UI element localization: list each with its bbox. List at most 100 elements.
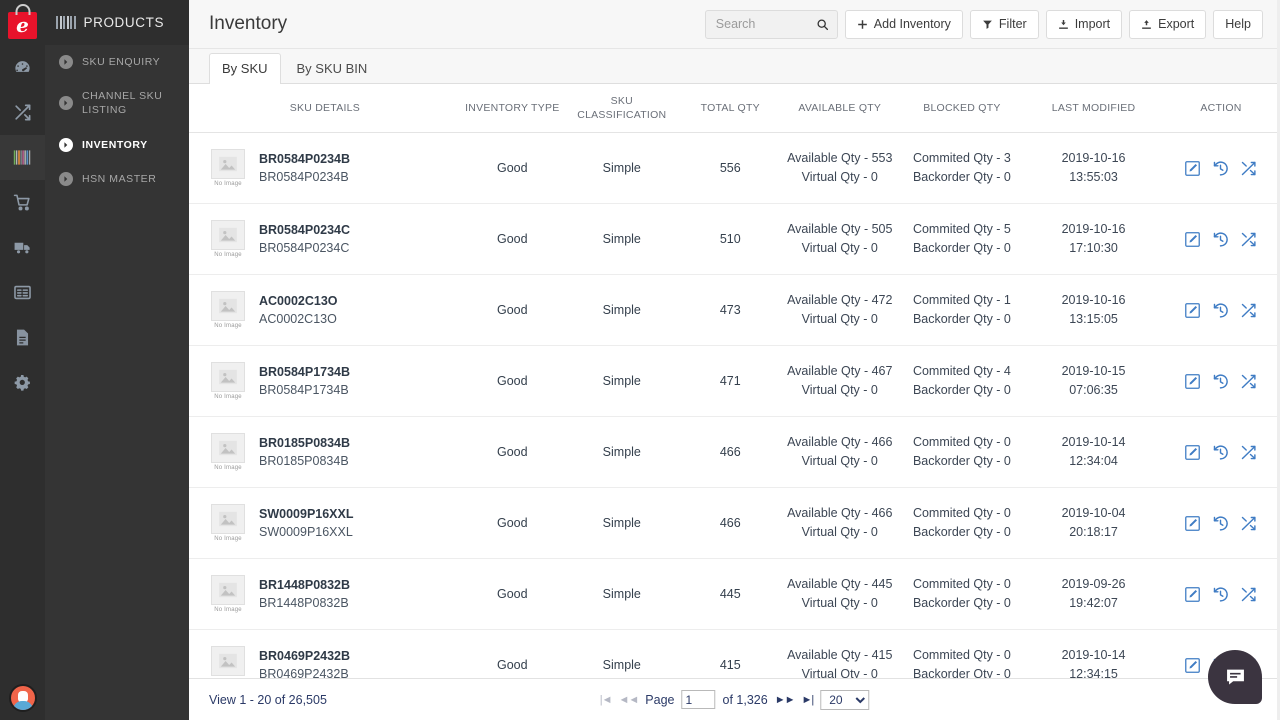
barcode-icon[interactable]: [0, 135, 45, 180]
truck-icon[interactable]: [0, 225, 45, 270]
search-icon[interactable]: [816, 18, 829, 31]
history-icon[interactable]: [1212, 373, 1229, 390]
shuffle-icon[interactable]: [0, 90, 45, 135]
cell-last-modified: 2019-10-16 13:15:05: [1025, 274, 1162, 347]
chat-button[interactable]: [1208, 650, 1262, 704]
no-image-caption: No Image: [214, 465, 242, 472]
cell-last-modified: 2019-10-14 12:34:04: [1025, 416, 1162, 489]
export-icon: [1141, 19, 1152, 30]
cell-sku-classification: Simple: [563, 132, 680, 205]
cart-icon[interactable]: [0, 180, 45, 225]
transfer-icon[interactable]: [1240, 515, 1257, 532]
search-box[interactable]: [704, 9, 838, 39]
arrow-right-icon: [59, 171, 73, 186]
history-icon[interactable]: [1212, 586, 1229, 603]
import-label: Import: [1074, 17, 1111, 31]
edit-icon[interactable]: [1184, 160, 1201, 177]
history-icon[interactable]: [1212, 444, 1229, 461]
table-body: No Image BR0584P0234B BR0584P0234B Good Simp…: [189, 132, 1280, 678]
cell-total-qty: 473: [679, 274, 781, 347]
prev-page-button[interactable]: ◄◄: [619, 694, 640, 706]
sku-sub-code: BR0584P0234C: [259, 241, 350, 256]
edit-icon[interactable]: [1184, 515, 1201, 532]
inventory-app: e PRODUCTS SKU ENQUIRY CHANNEL SKU LISTI…: [0, 0, 1280, 720]
import-button[interactable]: Import: [1045, 9, 1123, 39]
sku-code: AC0002C13O: [259, 293, 338, 308]
last-page-button[interactable]: ►|: [801, 694, 814, 706]
column-last-modified: LAST MODIFIED: [1025, 84, 1162, 134]
sku-thumbnail: No Image: [209, 149, 247, 187]
transfer-icon[interactable]: [1240, 160, 1257, 177]
transfer-icon[interactable]: [1240, 373, 1257, 390]
virtual-qty-value: Virtual Qty - 0: [801, 596, 878, 611]
modified-time: 19:42:07: [1069, 596, 1118, 611]
next-page-button[interactable]: ►►: [775, 694, 796, 706]
cell-action: [1161, 274, 1280, 347]
dashboard-icon[interactable]: [0, 45, 45, 90]
tab-by-sku[interactable]: By SKU: [209, 53, 281, 84]
cell-sku-classification: Simple: [563, 629, 680, 678]
committed-qty-value: Commited Qty - 0: [912, 647, 1011, 662]
virtual-qty-value: Virtual Qty - 0: [801, 667, 878, 678]
edit-icon[interactable]: [1184, 444, 1201, 461]
logo-letter: e: [16, 12, 29, 37]
gears-icon[interactable]: [0, 360, 45, 405]
list-icon[interactable]: [0, 270, 45, 315]
tab-by-sku-bin[interactable]: By SKU BIN: [284, 53, 381, 84]
first-page-button[interactable]: |◄: [600, 694, 613, 706]
cell-sku-details: No Image AC0002C13O AC0002C13O: [189, 274, 461, 347]
cell-sku-details: No Image BR0584P0234B BR0584P0234B: [189, 132, 461, 205]
cell-available-qty: Available Qty - 466 Virtual Qty - 0: [780, 416, 899, 489]
backorder-qty-value: Backorder Qty - 0: [912, 667, 1011, 678]
edit-icon[interactable]: [1184, 302, 1201, 319]
cell-sku-classification: Simple: [563, 558, 680, 631]
add-inventory-button[interactable]: Add Inventory: [844, 9, 963, 39]
avatar[interactable]: [8, 684, 37, 712]
committed-qty-value: Commited Qty - 3: [912, 150, 1011, 165]
history-icon[interactable]: [1212, 231, 1229, 248]
inventory-table-container: SKU DETAILS INVENTORY TYPE SKU CLASSIFICA…: [189, 84, 1280, 678]
export-button[interactable]: Export: [1129, 9, 1207, 39]
sidebar-item-label: SKU ENQUIRY: [82, 56, 161, 68]
history-icon[interactable]: [1212, 515, 1229, 532]
history-icon[interactable]: [1212, 302, 1229, 319]
transfer-icon[interactable]: [1240, 444, 1257, 461]
cell-last-modified: 2019-10-16 17:10:30: [1025, 203, 1162, 276]
edit-icon[interactable]: [1184, 231, 1201, 248]
plus-icon: [857, 19, 868, 30]
toolbar-actions: Add Inventory Filter Import: [704, 9, 1263, 39]
cell-sku-classification: Simple: [563, 203, 680, 276]
sku-code: SW0009P16XXL: [259, 506, 354, 521]
sidebar-item-hsn-master[interactable]: HSN MASTER: [45, 162, 189, 196]
backorder-qty-value: Backorder Qty - 0: [912, 241, 1011, 256]
transfer-icon[interactable]: [1240, 231, 1257, 248]
available-qty-value: Available Qty - 553: [787, 150, 893, 165]
sidebar-item-channel-sku-listing[interactable]: CHANNEL SKU LISTING: [45, 79, 189, 127]
search-input[interactable]: [715, 17, 816, 31]
help-button[interactable]: Help: [1213, 9, 1263, 39]
cell-sku-details: No Image BR0584P1734B BR0584P1734B: [189, 345, 461, 418]
cell-blocked-qty: Commited Qty - 3 Backorder Qty - 0: [898, 132, 1026, 205]
transfer-icon[interactable]: [1240, 302, 1257, 319]
page-size-select[interactable]: 2050100: [820, 689, 870, 710]
transfer-icon[interactable]: [1240, 586, 1257, 603]
app-logo[interactable]: e: [0, 0, 45, 45]
edit-icon[interactable]: [1184, 586, 1201, 603]
help-label: Help: [1225, 17, 1251, 31]
modified-date: 2019-10-14: [1061, 647, 1126, 662]
column-action: ACTION: [1161, 84, 1280, 134]
column-total-qty: TOTAL QTY: [679, 84, 781, 134]
edit-icon[interactable]: [1184, 657, 1201, 674]
document-icon[interactable]: [0, 315, 45, 360]
edit-icon[interactable]: [1184, 373, 1201, 390]
history-icon[interactable]: [1212, 160, 1229, 177]
sidebar-item-inventory[interactable]: INVENTORY: [45, 128, 189, 162]
no-image-caption: No Image: [214, 394, 242, 401]
sidebar-item-sku-enquiry[interactable]: SKU ENQUIRY: [45, 45, 189, 79]
page-input[interactable]: [681, 690, 716, 709]
view-count: View 1 - 20 of 26,505: [209, 692, 327, 707]
filter-button[interactable]: Filter: [969, 9, 1039, 39]
table-row: No Image SW0009P16XXL SW0009P16XXL Good Simp…: [189, 487, 1280, 560]
sku-sub-code: BR0469P2432B: [259, 667, 349, 678]
cell-sku-classification: Simple: [563, 345, 680, 418]
